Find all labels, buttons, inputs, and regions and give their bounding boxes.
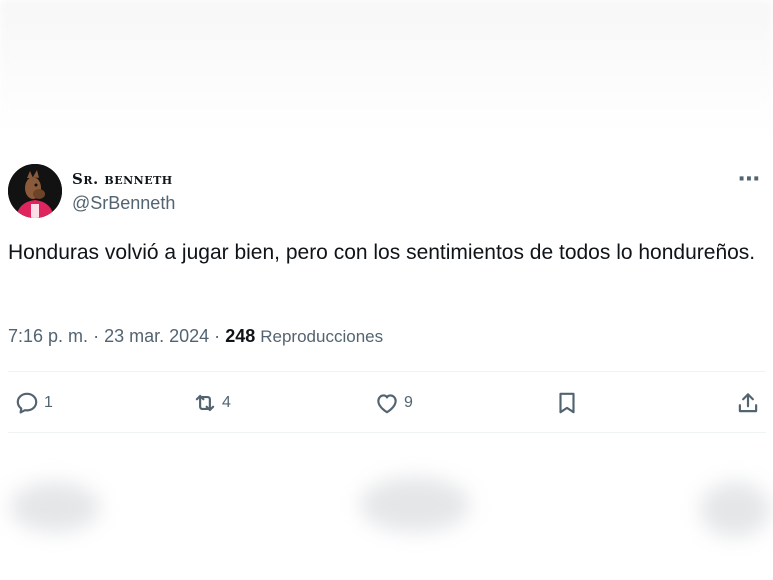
like-count: 9 [404,394,413,411]
display-name[interactable]: Sr. benneth [72,170,173,188]
reply-icon [16,392,38,414]
more-options-icon[interactable]: ⋯ [738,166,761,192]
views-label: Reproducciones [260,327,384,346]
divider [8,432,766,433]
blurred-shape [360,477,470,532]
meta-separator: · [214,326,221,346]
avatar-image [8,164,62,218]
divider [8,371,766,372]
reply-button[interactable]: 1 [14,390,53,416]
blurred-shape [10,482,100,532]
blurred-shape [700,482,770,537]
retweet-count: 4 [222,394,231,411]
views-count: 248 [225,326,256,346]
tweet-time[interactable]: 7:16 p. m. [8,326,88,346]
bookmark-icon [559,392,575,414]
share-button[interactable] [735,390,761,416]
share-icon [738,393,758,413]
like-button[interactable]: 9 [374,390,413,416]
reply-count: 1 [44,394,53,411]
blurred-previous-content [0,0,773,140]
tweet-text: Honduras volvió a jugar bien, pero con l… [8,241,756,264]
retweet-button[interactable]: 4 [192,390,231,416]
bookmark-button[interactable] [554,390,580,416]
tweet-date[interactable]: 23 mar. 2024 [104,326,209,346]
action-bar: 1 4 9 [0,384,773,424]
tweet-metadata: 7:16 p. m. · 23 mar. 2024 · 248 Reproduc… [8,326,383,347]
heart-icon [377,394,397,414]
avatar[interactable] [8,164,62,218]
meta-separator: · [93,326,100,346]
username-handle[interactable]: @SrBenneth [72,193,175,214]
blurred-next-content [0,462,773,580]
retweet-icon [195,394,215,412]
